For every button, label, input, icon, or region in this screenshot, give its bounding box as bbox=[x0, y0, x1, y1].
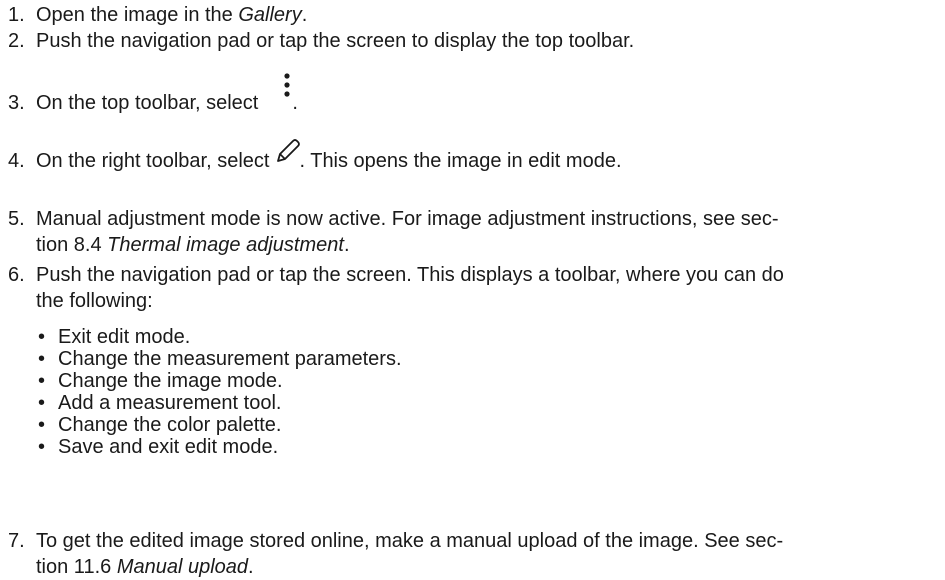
list-item: • Exit edit mode. bbox=[36, 326, 896, 348]
step-text-line: tion 8.4 Thermal image adjustment. bbox=[36, 232, 936, 258]
step-number: 4. bbox=[8, 150, 25, 172]
step-text-suffix: . bbox=[248, 556, 254, 578]
bullet-icon: • bbox=[38, 392, 46, 414]
step-number: 3. bbox=[8, 92, 25, 114]
step-number: 6. bbox=[8, 264, 25, 286]
section-number: tion 8.4 bbox=[36, 234, 108, 256]
list-item: • Change the image mode. bbox=[36, 370, 896, 392]
step-text: Push the navigation pad or tap the scree… bbox=[36, 262, 936, 314]
more-vertical-icon bbox=[258, 73, 292, 114]
list-item-text: Change the measurement parameters. bbox=[58, 348, 402, 370]
bullet-icon: • bbox=[38, 414, 46, 436]
section-title: Thermal image adjustment bbox=[107, 234, 344, 256]
step-text-suffix: . This opens the image in edit mode. bbox=[299, 150, 622, 172]
step-number: 1. bbox=[8, 4, 25, 26]
list-item-text: Save and exit edit mode. bbox=[58, 436, 279, 458]
list-item-text: Exit edit mode. bbox=[58, 326, 191, 348]
option-list: • Exit edit mode. • Change the measurement… bbox=[36, 326, 896, 458]
step-text-line: To get the edited image stored online, m… bbox=[36, 530, 784, 552]
step-text: On the top toolbar, select. bbox=[36, 73, 936, 116]
list-item-text: Change the image mode. bbox=[58, 370, 283, 392]
list-item: • Change the color palette. bbox=[36, 414, 896, 436]
step-text-line: the following: bbox=[36, 290, 153, 312]
step-text: Open the image in the Gallery. bbox=[36, 2, 936, 28]
step-text-prefix: Open the image in the bbox=[36, 4, 239, 26]
step-number: 5. bbox=[8, 208, 25, 230]
list-item: • Save and exit edit mode. bbox=[36, 436, 896, 458]
bullet-icon: • bbox=[38, 326, 46, 348]
step-text: On the right toolbar, select . This opens… bbox=[36, 138, 936, 174]
section-title: Manual upload bbox=[116, 556, 249, 578]
list-item: • Add a measurement tool. bbox=[36, 392, 896, 414]
step-text: Push the navigation pad or tap the scree… bbox=[36, 30, 635, 52]
step-text-suffix: . bbox=[343, 234, 350, 256]
list-item-text: Add a measurement tool. bbox=[58, 392, 282, 414]
bullet-icon: • bbox=[38, 436, 46, 458]
step-text-prefix: On the right toolbar, select bbox=[36, 150, 270, 172]
list-item-text: Change the color palette. bbox=[58, 414, 282, 436]
list-item: • Change the measurement parameters. bbox=[36, 348, 896, 370]
step-text-prefix: On the top toolbar, select bbox=[36, 92, 259, 114]
section-number: tion 11.6 bbox=[36, 556, 117, 578]
bullet-icon: • bbox=[38, 370, 46, 392]
step-text-line: Push the navigation pad or tap the scree… bbox=[36, 264, 784, 286]
step-number: 7. bbox=[8, 530, 25, 552]
step-text-line: Manual adjustment mode is now active. Fo… bbox=[36, 208, 779, 230]
pencil-edit-icon bbox=[269, 138, 301, 172]
step-text-suffix: . bbox=[301, 4, 308, 26]
instruction-page: 1. Open the image in the Gallery. 2. Pus… bbox=[0, 0, 945, 580]
step-text-line: tion 11.6 Manual upload. bbox=[36, 554, 936, 580]
step-number: 2. bbox=[8, 30, 25, 52]
step-text: To get the edited image stored online, m… bbox=[36, 528, 936, 580]
gallery-reference: Gallery bbox=[238, 4, 302, 26]
bullet-icon: • bbox=[38, 348, 46, 370]
step-text: Manual adjustment mode is now active. Fo… bbox=[36, 206, 936, 258]
